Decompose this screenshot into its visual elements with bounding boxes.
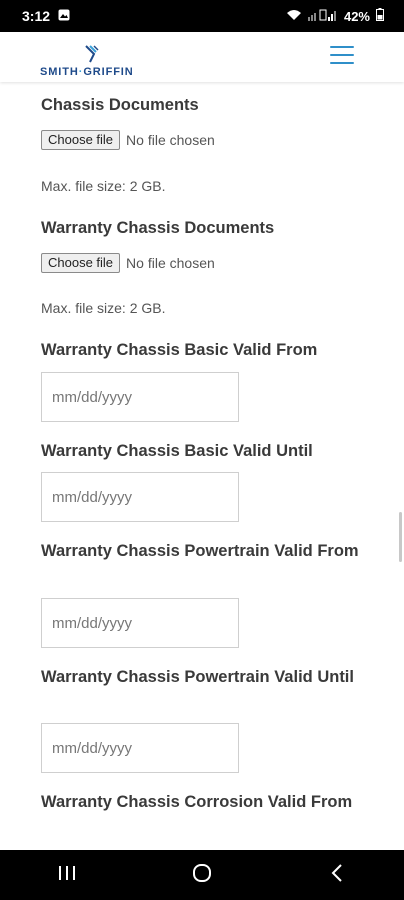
logo-text-griffin: GRIFFIN [83,66,134,78]
logo-text-smith: SMITH [40,66,79,78]
battery-icon [376,8,384,24]
warranty-chassis-documents-size-hint: Max. file size: 2 GB. [41,300,166,316]
wifi-icon [286,9,302,24]
warranty-chassis-documents-choose-file-button[interactable]: Choose file [41,253,121,273]
battery-percent: 42% [343,8,370,24]
page-scrollbar[interactable] [399,512,402,562]
chassis-documents-choose-file-button[interactable]: Choose file [41,130,121,150]
powertrain-valid-until-label: Warranty Chassis Powertrain Valid Until [41,668,354,686]
chassis-documents-file-input: Choose file No file chosen [41,130,215,150]
warranty-chassis-documents-file-input: Choose file No file chosen [41,253,215,273]
home-icon [192,863,212,888]
recents-icon [58,865,76,886]
powertrain-valid-from-date-input[interactable]: mm/dd/yyyy [41,598,239,648]
warranty-chassis-documents-file-status: No file chosen [126,255,215,271]
form-content: Chassis Documents Choose file No file ch… [0,82,404,850]
basic-valid-from-date-input[interactable]: mm/dd/yyyy [41,372,239,422]
site-header: SMITH·GRIFFIN [0,32,404,82]
menu-button[interactable] [330,46,354,66]
system-navigation-bar [0,850,404,900]
basic-valid-until-date-input[interactable]: mm/dd/yyyy [41,472,239,522]
status-time: 3:12 [22,8,51,24]
smith-griffin-logo[interactable]: SMITH·GRIFFIN [40,42,150,82]
chassis-documents-file-status: No file chosen [126,132,215,148]
powertrain-valid-until-date-input[interactable]: mm/dd/yyyy [41,723,239,773]
gallery-notification-icon [58,8,70,24]
basic-valid-from-label: Warranty Chassis Basic Valid From [41,341,318,359]
powertrain-valid-from-label: Warranty Chassis Powertrain Valid From [41,542,359,560]
warranty-chassis-documents-label: Warranty Chassis Documents [41,219,275,237]
chassis-documents-size-hint: Max. file size: 2 GB. [41,178,166,194]
signal-icon [307,9,338,24]
recents-button[interactable] [47,860,87,890]
basic-valid-until-label: Warranty Chassis Basic Valid Until [41,442,313,460]
status-bar: 3:12 42% [0,0,404,32]
back-button[interactable] [317,860,357,890]
back-icon [331,863,343,887]
hamburger-icon [330,46,354,48]
home-button[interactable] [182,860,222,890]
chassis-documents-label: Chassis Documents [41,96,199,114]
corrosion-valid-from-label: Warranty Chassis Corrosion Valid From [41,793,353,811]
